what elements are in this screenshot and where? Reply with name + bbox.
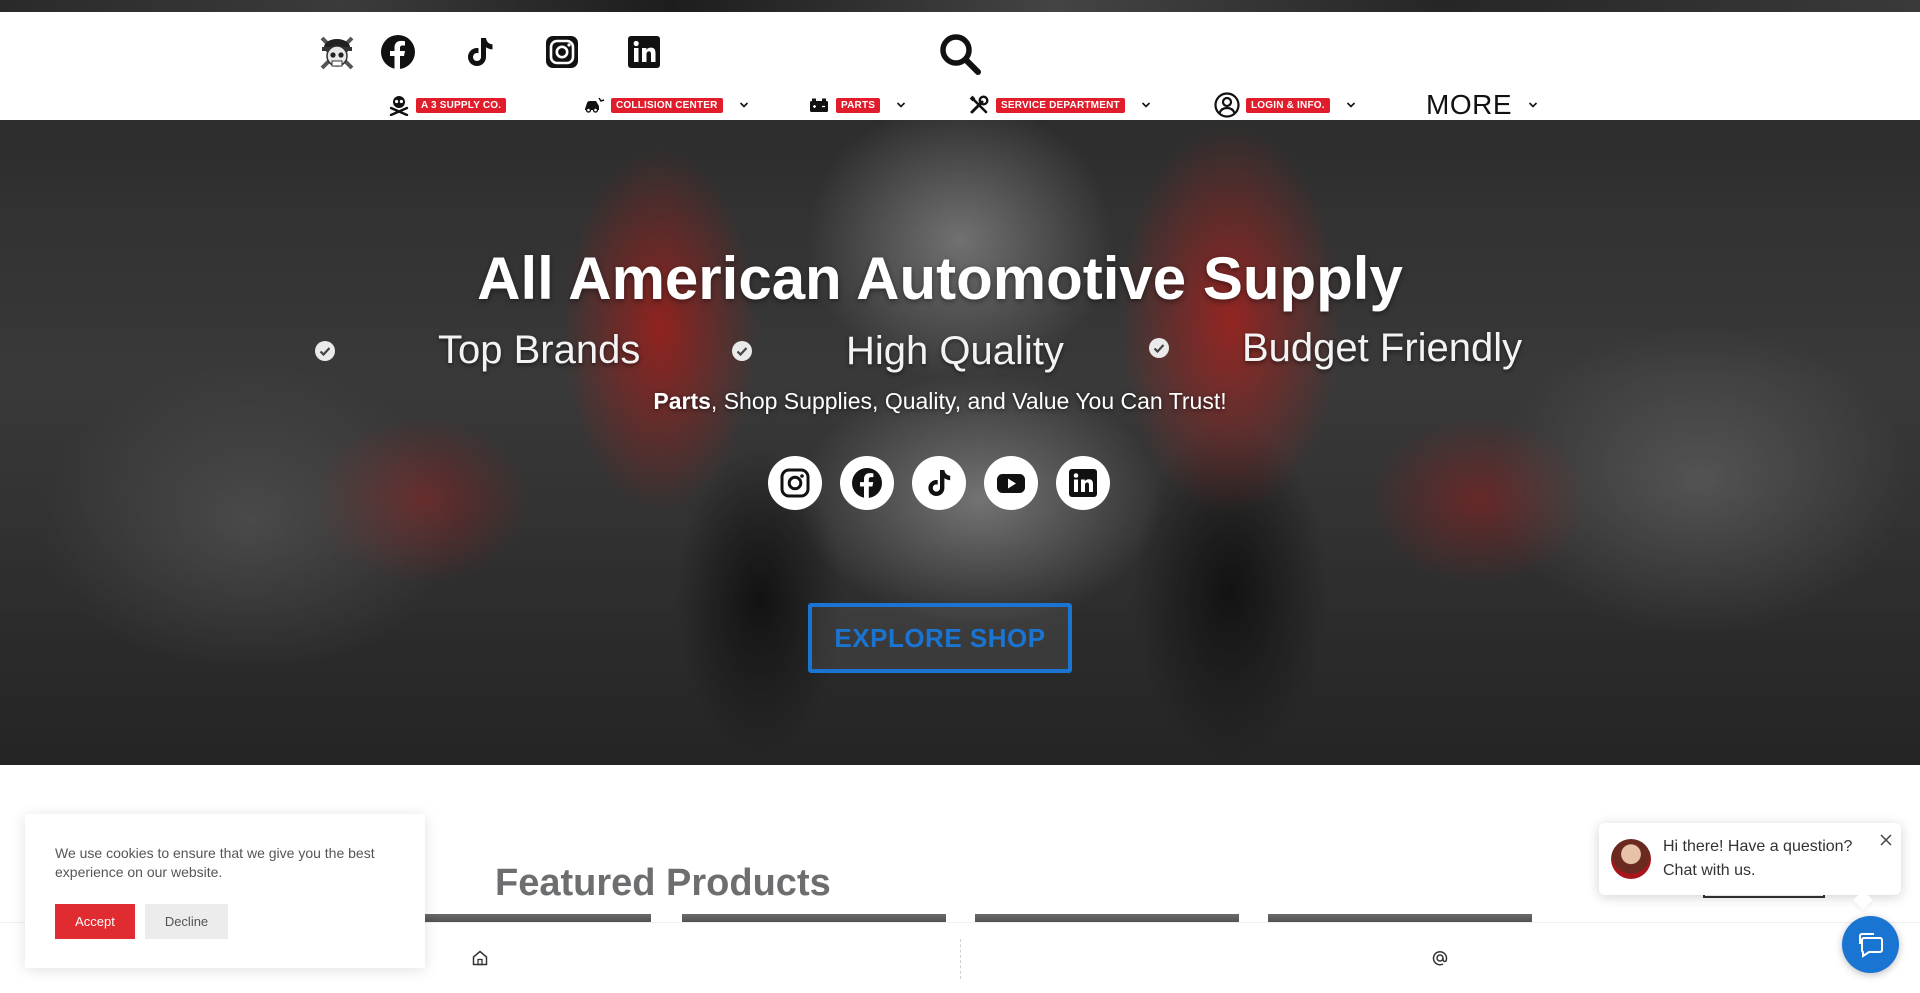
tiktok-icon: [928, 470, 951, 496]
instagram-icon: [780, 468, 810, 498]
featured-products-title: Featured Products: [495, 862, 831, 904]
nav-item-parts[interactable]: PARTS: [808, 90, 906, 120]
bottom-divider: [960, 939, 961, 979]
check-circle-icon: [315, 341, 335, 361]
chat-icon: [1858, 932, 1883, 958]
feature-budget-friendly: Budget Friendly: [1242, 326, 1523, 370]
linkedin-icon: [1069, 469, 1097, 497]
hero-tiktok-button[interactable]: [912, 456, 966, 510]
cookie-decline-button[interactable]: Decline: [145, 904, 228, 939]
linkedin-icon[interactable]: [626, 34, 662, 70]
tagline-rest: , Shop Supplies, Quality, and Value You …: [710, 388, 1227, 414]
hero-instagram-button[interactable]: [768, 456, 822, 510]
skull-logo-icon[interactable]: [314, 30, 360, 76]
chat-launcher-button[interactable]: [1842, 916, 1899, 973]
main-nav: A 3 SUPPLY CO. COLLISION CENTER PARTS SE…: [0, 89, 1920, 120]
youtube-icon: [997, 474, 1025, 493]
feature-high-quality: High Quality: [846, 329, 1064, 373]
cookie-banner: We use cookies to ensure that we give yo…: [25, 814, 425, 968]
nav-item-service-department[interactable]: SERVICE DEPARTMENT: [968, 90, 1151, 120]
nav-more-label: MORE: [1426, 89, 1512, 120]
tools-icon: [969, 95, 989, 114]
tagline-bold: Parts: [653, 388, 711, 414]
car-battery-icon: [810, 98, 828, 112]
feature-top-brands: Top Brands: [438, 328, 641, 372]
car-crash-icon: [585, 97, 605, 113]
nav-label: COLLISION CENTER: [611, 97, 723, 113]
site-header: A 3 SUPPLY CO. COLLISION CENTER PARTS SE…: [0, 12, 1920, 120]
nav-item-collision-center[interactable]: COLLISION CENTER: [583, 90, 749, 120]
chat-message: Hi there! Have a question? Chat with us.: [1663, 838, 1853, 879]
cookie-message: We use cookies to ensure that we give yo…: [55, 845, 375, 880]
nav-label: SERVICE DEPARTMENT: [996, 97, 1125, 113]
instagram-icon[interactable]: [544, 34, 580, 70]
nav-label: LOGIN & INFO.: [1246, 97, 1330, 113]
chat-greeting-bubble[interactable]: Hi there! Have a question? Chat with us.: [1599, 823, 1901, 895]
explore-shop-button[interactable]: EXPLORE SHOP: [808, 603, 1072, 673]
skull-crossbones-icon: [389, 96, 409, 116]
hero-tagline: Parts, Shop Supplies, Quality, and Value…: [0, 388, 1880, 415]
chevron-down-icon[interactable]: [896, 100, 906, 110]
check-circle-icon: [732, 341, 752, 361]
hero-facebook-button[interactable]: [840, 456, 894, 510]
nav-item-a3-supply[interactable]: A 3 SUPPLY CO.: [388, 90, 507, 120]
nav-label: PARTS: [836, 97, 881, 113]
cookie-accept-button[interactable]: Accept: [55, 904, 135, 939]
facebook-icon: [852, 468, 882, 499]
home-icon[interactable]: [471, 949, 489, 967]
top-image-strip: [0, 0, 1920, 12]
hero-youtube-button[interactable]: [984, 456, 1038, 510]
at-sign-icon[interactable]: [1431, 949, 1449, 967]
nav-item-more[interactable]: MORE: [1426, 89, 1538, 120]
chevron-down-icon[interactable]: [1346, 100, 1356, 110]
search-icon[interactable]: [938, 32, 982, 76]
facebook-icon[interactable]: [380, 34, 416, 70]
nav-label: A 3 SUPPLY CO.: [416, 97, 507, 113]
hero-section: All American Automotive Supply Top Brand…: [0, 120, 1920, 765]
chevron-down-icon[interactable]: [1528, 100, 1538, 110]
tiktok-icon[interactable]: [462, 34, 498, 70]
close-icon[interactable]: [1879, 833, 1893, 847]
hero-linkedin-button[interactable]: [1056, 456, 1110, 510]
check-circle-icon: [1149, 338, 1169, 358]
chevron-down-icon[interactable]: [1141, 100, 1151, 110]
agent-avatar: [1611, 839, 1651, 879]
chevron-down-icon[interactable]: [739, 100, 749, 110]
nav-item-login-info[interactable]: LOGIN & INFO.: [1214, 90, 1356, 120]
hero-title: All American Automotive Supply: [477, 245, 1403, 312]
user-circle-icon: [1214, 92, 1240, 118]
